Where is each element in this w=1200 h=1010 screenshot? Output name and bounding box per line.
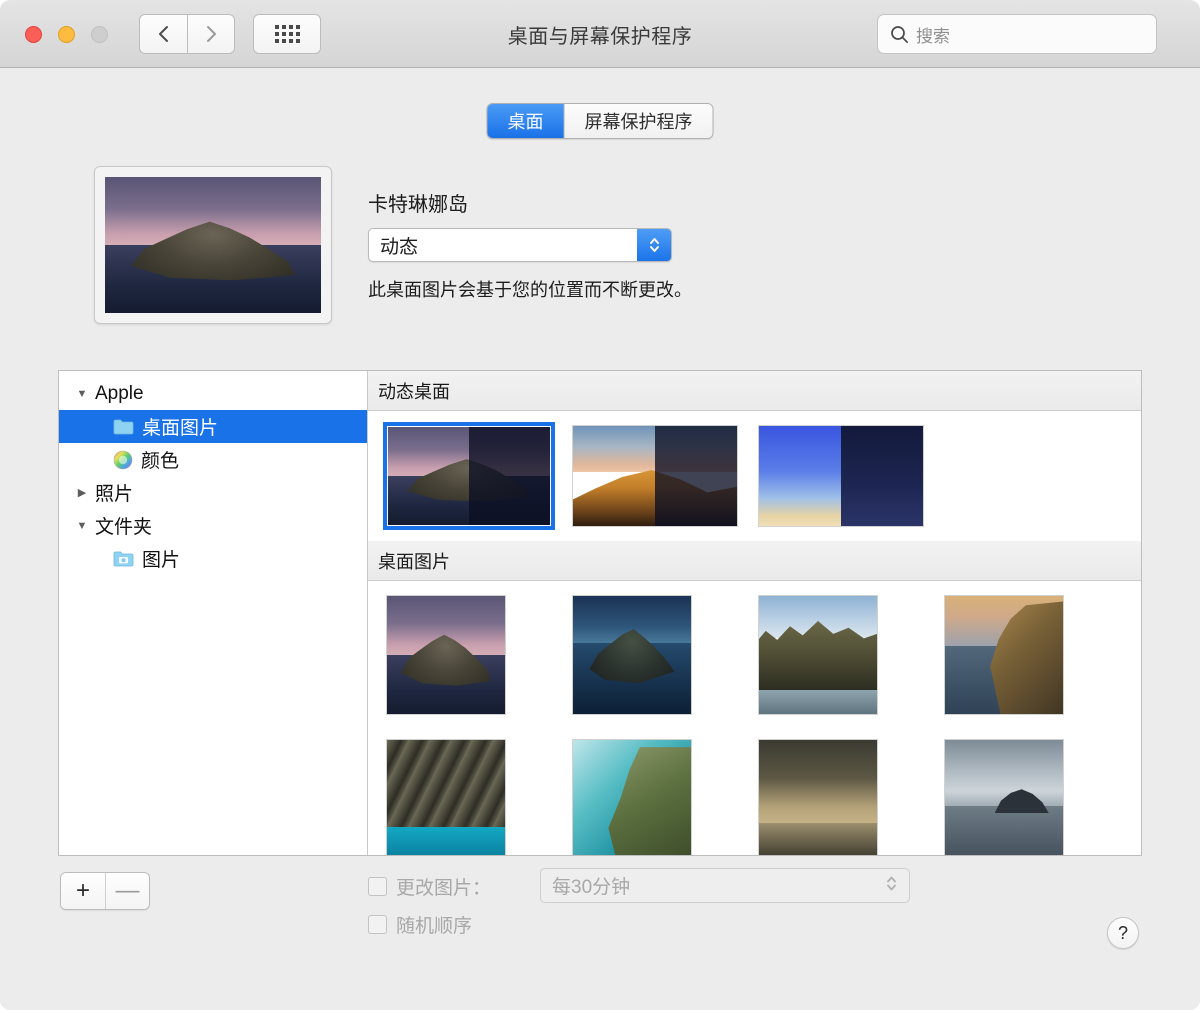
disclosure-triangle-icon[interactable]: ▶ bbox=[73, 486, 91, 499]
section-header-desktop-pictures: 桌面图片 bbox=[368, 541, 1141, 581]
random-order-row: 随机顺序 bbox=[368, 911, 472, 938]
add-folder-button[interactable]: + bbox=[61, 873, 105, 909]
wallpaper-thumbnail[interactable] bbox=[572, 595, 692, 715]
change-picture-label: 更改图片： bbox=[396, 878, 492, 899]
change-picture-row: 更改图片： bbox=[368, 873, 491, 900]
wallpaper-thumbnail[interactable] bbox=[758, 595, 878, 715]
search-placeholder: 搜索 bbox=[916, 26, 950, 46]
sidebar-item-colors[interactable]: 颜色 bbox=[59, 443, 367, 476]
desktop-preview bbox=[94, 166, 332, 324]
search-input[interactable]: 搜索 bbox=[877, 14, 1157, 54]
random-order-checkbox[interactable] bbox=[368, 915, 387, 934]
wallpaper-thumbnail[interactable] bbox=[944, 739, 1064, 855]
change-picture-checkbox[interactable] bbox=[368, 877, 387, 896]
sidebar-item-label: 桌面图片 bbox=[142, 418, 219, 439]
sidebar-item-label: 颜色 bbox=[141, 451, 180, 472]
sidebar-item-folders[interactable]: ▼ 文件夹 bbox=[59, 509, 367, 542]
sidebar-item-label: 照片 bbox=[95, 484, 134, 505]
wallpaper-mode-popup[interactable]: 动态 bbox=[368, 228, 672, 262]
wallpaper-gallery[interactable]: 动态桌面 桌面图片 bbox=[368, 371, 1141, 855]
desktop-pictures-row-2 bbox=[368, 725, 1141, 855]
preview-image bbox=[105, 177, 321, 313]
sidebar-item-label: 图片 bbox=[142, 550, 181, 571]
disclosure-triangle-icon[interactable]: ▼ bbox=[73, 520, 91, 532]
help-button[interactable]: ? bbox=[1107, 917, 1139, 949]
sidebar-item-desktop-pictures[interactable]: 桌面图片 bbox=[59, 410, 367, 443]
tab-bar: 桌面 屏幕保护程序 bbox=[486, 103, 714, 139]
sidebar-item-pictures[interactable]: 图片 bbox=[59, 542, 367, 575]
color-wheel-icon bbox=[113, 450, 133, 470]
wallpaper-thumbnail[interactable] bbox=[383, 422, 555, 530]
change-interval-value: 每30分钟 bbox=[552, 877, 631, 898]
sidebar-item-apple[interactable]: ▼ Apple bbox=[59, 377, 367, 410]
tab-desktop[interactable]: 桌面 bbox=[487, 104, 564, 138]
tab-screensaver[interactable]: 屏幕保护程序 bbox=[563, 104, 713, 138]
wallpaper-thumbnail[interactable] bbox=[758, 739, 878, 855]
current-wallpaper-name: 卡特琳娜岛 bbox=[368, 194, 468, 216]
section-header-dynamic: 动态桌面 bbox=[368, 371, 1141, 411]
disclosure-triangle-icon[interactable]: ▼ bbox=[73, 388, 91, 400]
wallpaper-thumbnail[interactable] bbox=[386, 739, 506, 855]
sidebar-item-photos[interactable]: ▶ 照片 bbox=[59, 476, 367, 509]
folder-icon bbox=[113, 418, 134, 435]
wallpaper-thumbnail[interactable] bbox=[758, 425, 924, 527]
stepper-arrows-icon bbox=[885, 873, 898, 898]
system-preferences-window: 桌面与屏幕保护程序 搜索 桌面 屏幕保护程序 卡特琳娜岛 动态 此桌面图片会基于… bbox=[0, 0, 1200, 1010]
sidebar-item-label: Apple bbox=[95, 382, 144, 404]
wallpaper-description: 此桌面图片会基于您的位置而不断更改。 bbox=[368, 280, 692, 300]
stepper-arrows-icon bbox=[637, 229, 671, 261]
random-order-label: 随机顺序 bbox=[396, 916, 473, 937]
wallpaper-thumbnail[interactable] bbox=[386, 595, 506, 715]
desktop-pictures-row-1 bbox=[368, 581, 1141, 725]
wallpaper-thumbnail[interactable] bbox=[572, 425, 738, 527]
source-browser-panel: ▼ Apple 桌面图片 颜色 ▶ 照片 ▼ 文件夹 图片 动态桌面 桌面图片 bbox=[58, 370, 1142, 856]
wallpaper-thumbnail[interactable] bbox=[944, 595, 1064, 715]
search-icon bbox=[890, 25, 909, 44]
title-bar: 桌面与屏幕保护程序 搜索 bbox=[0, 0, 1200, 68]
add-remove-folder-buttons: + — bbox=[60, 872, 150, 910]
dynamic-thumbnail-row bbox=[368, 411, 1141, 541]
content-area: 桌面 屏幕保护程序 卡特琳娜岛 动态 此桌面图片会基于您的位置而不断更改。 ▼ … bbox=[0, 68, 1200, 1010]
source-sidebar: ▼ Apple 桌面图片 颜色 ▶ 照片 ▼ 文件夹 图片 bbox=[59, 371, 368, 855]
pictures-folder-icon bbox=[113, 550, 134, 567]
remove-folder-button[interactable]: — bbox=[105, 873, 149, 909]
wallpaper-thumbnail[interactable] bbox=[572, 739, 692, 855]
wallpaper-mode-value: 动态 bbox=[380, 236, 419, 258]
sidebar-item-label: 文件夹 bbox=[95, 517, 153, 538]
change-interval-popup[interactable]: 每30分钟 bbox=[540, 868, 910, 903]
